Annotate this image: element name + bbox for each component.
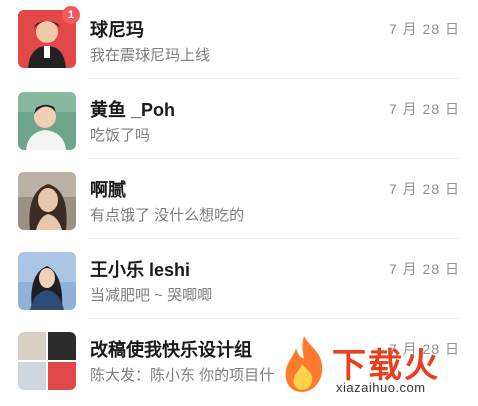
conversation-date: 7 月 28 日 <box>388 181 460 197</box>
avatar <box>18 252 76 310</box>
divider <box>90 318 460 319</box>
avatar <box>18 172 76 230</box>
conversation-last-message: 有点饿了 没什么想吃的 <box>90 207 245 224</box>
conversation-name: 黄鱼 _Poh <box>90 100 176 120</box>
conversation-last-message: 吃饭了吗 <box>90 127 151 144</box>
conversation-name: 王小乐 leshi <box>90 260 191 280</box>
divider <box>90 158 460 159</box>
conversation-name: 啊腻 <box>90 180 126 200</box>
conversation-date: 7 月 28 日 <box>388 261 460 277</box>
conversation-name: 改稿使我快乐设计组 <box>90 340 252 360</box>
conversation-last-message: 陈大发：陈小东 你的项目什 <box>90 367 275 384</box>
divider <box>90 78 460 79</box>
avatar <box>18 92 76 150</box>
conversation-last-message: 我在震球尼玛上线 <box>90 47 211 64</box>
flame-logo-icon <box>285 336 323 392</box>
conversation-last-message: 当减肥吧 ~ 哭唧唧 <box>90 287 213 304</box>
conversation-item[interactable]: 王小乐 leshi 7 月 28 日 当减肥吧 ~ 哭唧唧 <box>0 240 478 320</box>
conversation-name: 球尼玛 <box>90 20 144 40</box>
group-avatar <box>18 332 76 390</box>
unread-badge: 1 <box>62 6 80 24</box>
conversation-date: 7 月 28 日 <box>388 101 460 117</box>
divider <box>90 238 460 239</box>
conversation-item[interactable]: 黄鱼 _Poh 7 月 28 日 吃饭了吗 <box>0 80 478 160</box>
watermark: 下载火 xiazaihuo.com <box>280 334 470 400</box>
conversation-item[interactable]: 啊腻 7 月 28 日 有点饿了 没什么想吃的 <box>0 160 478 240</box>
watermark-url: xiazaihuo.com <box>336 380 426 395</box>
conversation-item[interactable]: 1 球尼玛 7 月 28 日 我在震球尼玛上线 <box>0 0 478 80</box>
conversation-date: 7 月 28 日 <box>388 21 460 37</box>
